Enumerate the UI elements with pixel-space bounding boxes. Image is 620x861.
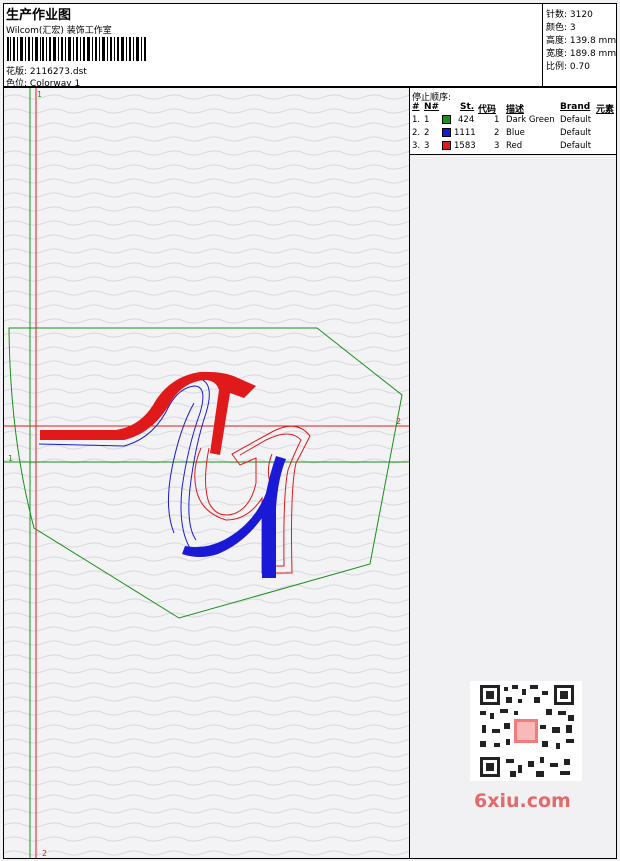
design-height: 高度: 139.8 mm — [546, 33, 616, 46]
barcode — [7, 37, 146, 61]
color-count: 颜色: 3 — [546, 20, 576, 33]
height-label: 高度: — [546, 36, 568, 46]
row-description: Dark Green — [506, 115, 555, 125]
row-stitches: 1111 — [454, 128, 476, 138]
design-stats: 针数: 3120 颜色: 3 高度: 139.8 mm 宽度: 189.8 mm… — [542, 4, 617, 86]
guide-mark-left: 1 — [8, 454, 13, 463]
stitch-count-value: 3120 — [569, 10, 593, 20]
color-swatch-red — [442, 141, 451, 150]
stop-sequence-table: 停止顺序: # N# St. 代码 描述 Brand 元素 1. 1 424 1… — [410, 88, 616, 155]
color-swatch-green — [442, 115, 451, 124]
height-value: 139.8 mm — [569, 36, 617, 46]
production-header: 生产作业图 Wilcom(汇宏) 装饰工作室 花版: 2116273.dst 色… — [3, 3, 617, 89]
page-title: 生产作业图 — [6, 8, 72, 23]
col-index: # — [412, 102, 420, 112]
col-element: 元素 — [596, 105, 615, 115]
col-description: 描述 — [506, 105, 525, 115]
guide-mark-top: 1 — [37, 90, 42, 99]
color-swatch-blue — [442, 128, 451, 137]
qr-code — [470, 681, 582, 781]
row-code: 2 — [494, 128, 500, 138]
guide-mark-bottom: 2 — [42, 849, 47, 858]
color-count-label: 颜色: — [546, 23, 568, 33]
studio-name: Wilcom(汇宏) 装饰工作室 — [6, 26, 112, 36]
width-label: 宽度: — [546, 49, 568, 59]
row-brand: Default — [560, 115, 592, 125]
col-stitches: St. — [460, 102, 475, 112]
row-number: 2 — [424, 128, 430, 138]
row-description: Blue — [506, 128, 525, 138]
col-code: 代码 — [478, 105, 497, 115]
design-scale: 比例: 0.70 — [546, 59, 590, 72]
row-code: 1 — [494, 115, 500, 125]
header-info: 生产作业图 Wilcom(汇宏) 装饰工作室 花版: 2116273.dst 色… — [4, 4, 542, 89]
row-number: 1 — [424, 115, 430, 125]
color-count-value: 3 — [569, 23, 576, 33]
row-brand: Default — [560, 141, 592, 151]
row-number: 3 — [424, 141, 430, 151]
row-brand: Default — [560, 128, 592, 138]
legend-row: 2. 2 1111 2 Blue Default — [412, 128, 614, 140]
col-number: N# — [424, 102, 440, 112]
scale-label: 比例: — [546, 62, 568, 72]
width-value: 189.8 mm — [569, 49, 617, 59]
legend-row: 3. 3 1583 3 Red Default — [412, 141, 614, 153]
scale-value: 0.70 — [569, 62, 590, 72]
row-index: 2. — [412, 128, 421, 138]
stitch-count-label: 针数: — [546, 10, 568, 20]
legend-header-row: # N# St. 代码 描述 Brand 元素 — [412, 102, 615, 115]
row-stitches: 424 — [458, 115, 475, 125]
row-stitches: 1583 — [454, 141, 476, 151]
row-description: Red — [506, 141, 523, 151]
legend-row: 1. 1 424 1 Dark Green Default — [412, 115, 614, 127]
col-brand: Brand — [560, 102, 591, 112]
row-index: 3. — [412, 141, 421, 151]
site-watermark: 6xiu.com — [474, 790, 571, 812]
stitch-count: 针数: 3120 — [546, 7, 593, 20]
row-code: 3 — [494, 141, 500, 151]
design-width: 宽度: 189.8 mm — [546, 46, 616, 59]
design-canvas[interactable]: 1 1 2 2 — [4, 88, 410, 858]
row-index: 1. — [412, 115, 421, 125]
